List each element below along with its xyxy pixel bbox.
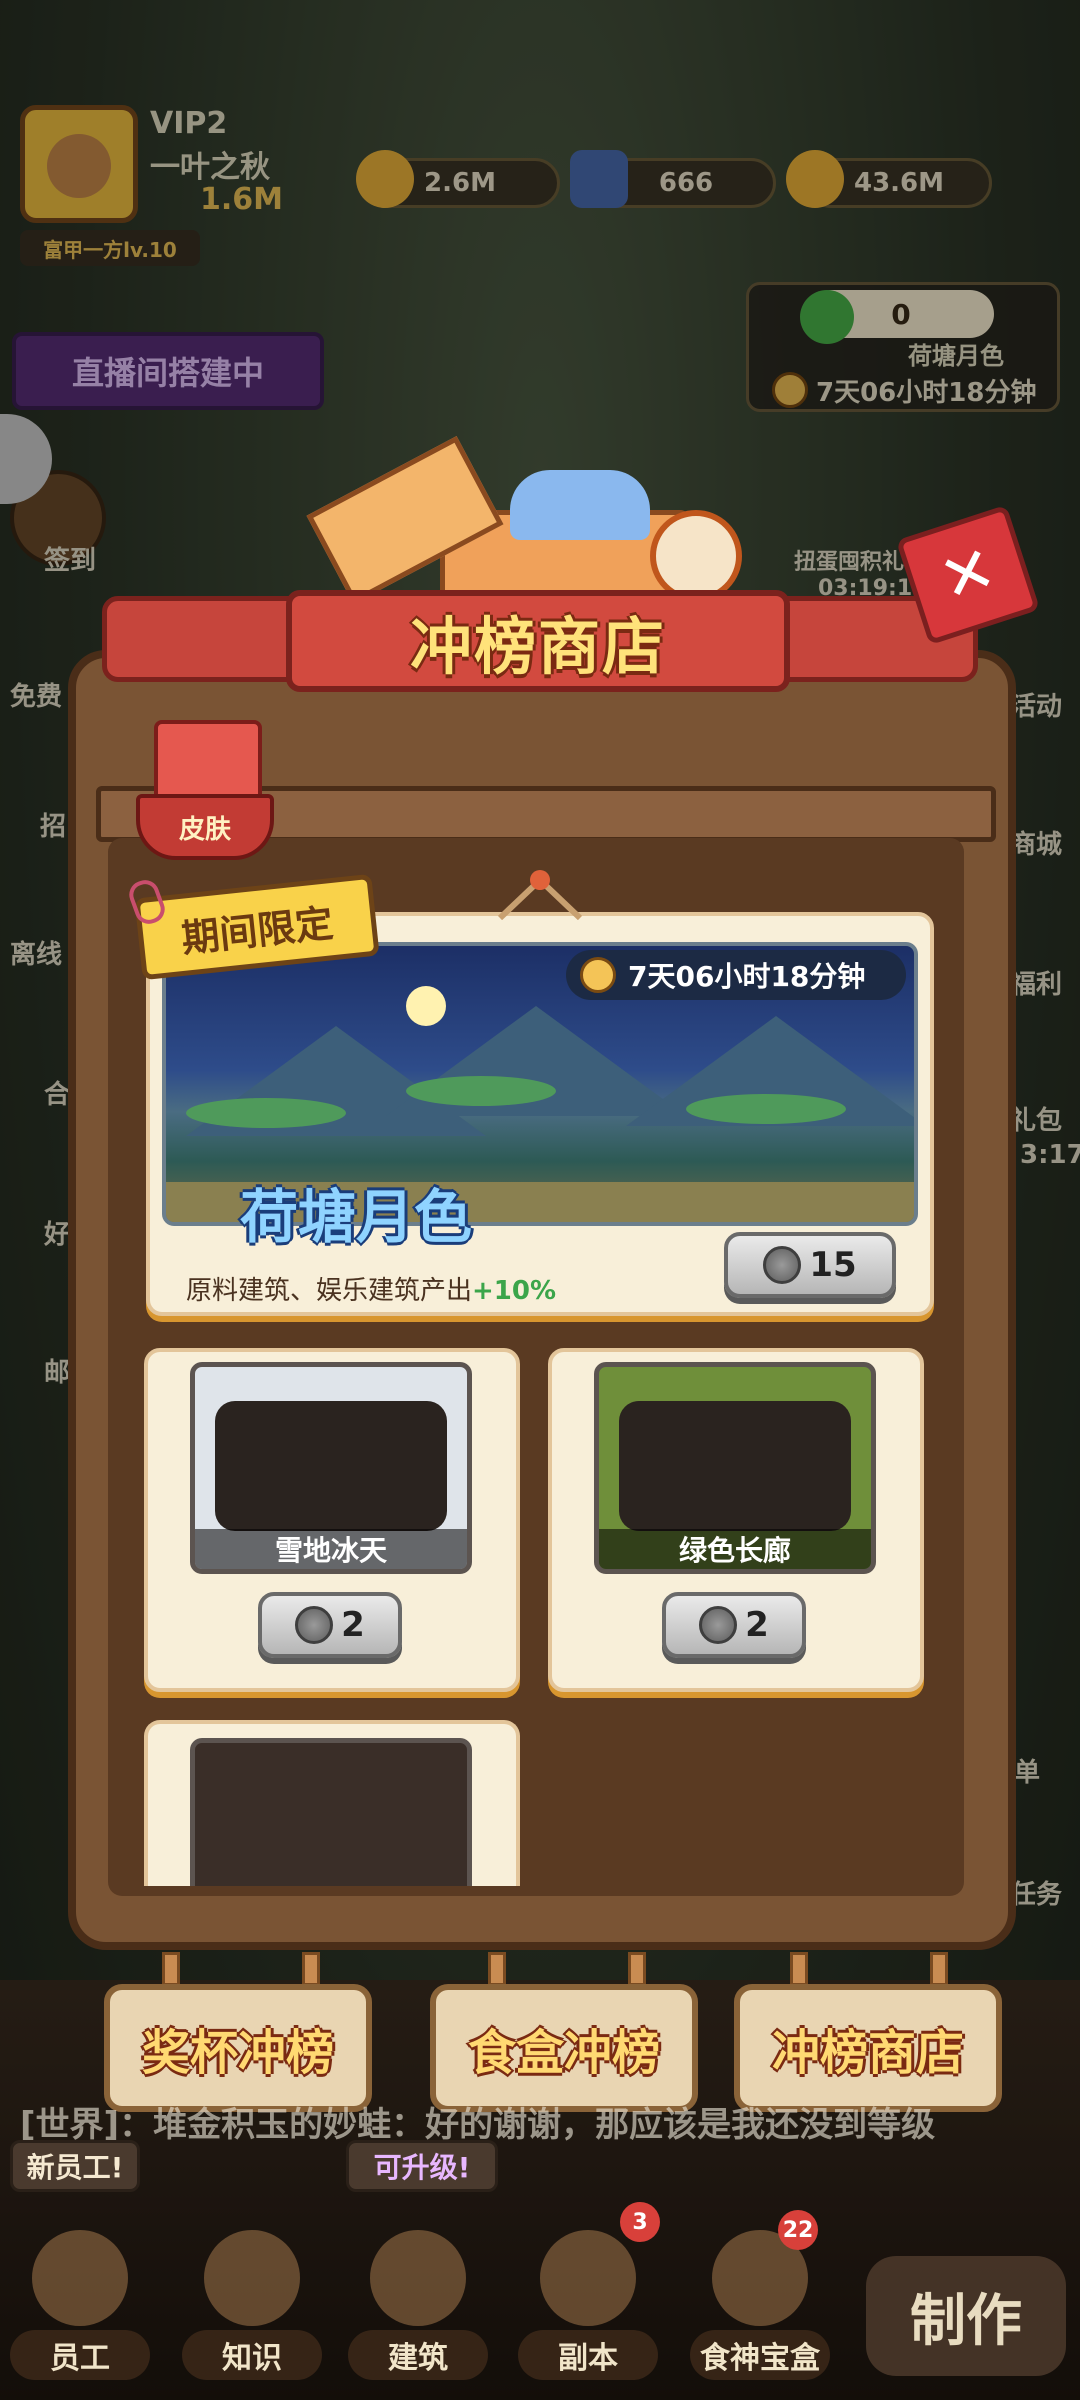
nav-staff-label: 员工	[10, 2330, 150, 2380]
price-snow: 2	[341, 1605, 365, 1645]
price-green: 2	[745, 1605, 769, 1645]
skin-name-snow: 雪地冰天	[195, 1529, 467, 1569]
medal-coin-icon	[763, 1246, 802, 1284]
nav-dungeon-badge: 3	[620, 2202, 660, 2242]
buy-button-green[interactable]: 2	[662, 1592, 806, 1658]
hammer-icon	[370, 2230, 466, 2326]
featured-description: 原料建筑、娱乐建筑产出+10%	[186, 1270, 556, 1307]
lily-pad	[686, 1094, 846, 1124]
featured-timer-text: 7天06小时18分钟	[628, 960, 866, 993]
new-staff-bubble: 新员工!	[10, 2140, 140, 2192]
rope	[162, 1952, 180, 1986]
hanger-icon	[490, 870, 590, 921]
featured-desc-text: 原料建筑、娱乐建筑产出	[186, 1276, 473, 1306]
arcade-icon	[540, 2230, 636, 2326]
featured-timer: 7天06小时18分钟	[566, 950, 906, 1000]
skin-name-green: 绿色长廊	[599, 1529, 871, 1569]
skin-basket-icon	[154, 720, 262, 802]
rope	[488, 1952, 506, 1986]
nav-building[interactable]: 建筑	[348, 2210, 488, 2380]
nav-building-label: 建筑	[348, 2330, 488, 2380]
featured-price: 15	[809, 1245, 857, 1285]
nav-staff[interactable]: 员工	[10, 2210, 150, 2380]
medal-coin-icon	[699, 1606, 738, 1644]
nav-knowledge[interactable]: 知识	[182, 2210, 322, 2380]
nav-chef-box-badge: 22	[778, 2210, 818, 2250]
skin-thumb-green: 绿色长廊	[594, 1362, 876, 1574]
nav-dungeon-label: 副本	[518, 2330, 658, 2380]
title-banner: 冲榜商店	[286, 590, 790, 692]
rope	[302, 1952, 320, 1986]
world-chat[interactable]: [世界]：堆金积玉的妙蛙：好的谢谢，那应该是我还没到等级	[0, 2080, 1080, 2170]
staff-icon	[32, 2230, 128, 2326]
skin-thumb-snow: 雪地冰天	[190, 1362, 472, 1574]
rope	[930, 1952, 948, 1986]
tab-skin[interactable]: 皮肤	[136, 678, 276, 868]
featured-buy-button[interactable]: 15	[724, 1232, 896, 1298]
medal-coin-icon	[295, 1606, 334, 1644]
upgradable-bubble: 可升级!	[346, 2140, 498, 2192]
featured-skin-name: 荷塘月色	[240, 1183, 473, 1251]
lily-pad	[406, 1076, 556, 1106]
tab-skin-label: 皮肤	[136, 794, 274, 860]
buy-button-snow[interactable]: 2	[258, 1592, 402, 1658]
scroll-icon	[204, 2230, 300, 2326]
make-button[interactable]: 制作	[866, 2256, 1066, 2376]
skin-card-pink[interactable]	[144, 1720, 520, 1886]
nav-knowledge-label: 知识	[182, 2330, 322, 2380]
lily-pad	[186, 1098, 346, 1128]
nav-chef-box-label: 食神宝盒	[690, 2330, 830, 2380]
featured-bonus: +10%	[472, 1276, 557, 1306]
clock-icon	[580, 957, 616, 993]
rope	[790, 1952, 808, 1986]
rope	[628, 1952, 646, 1986]
shop-title: 冲榜商店	[409, 610, 666, 683]
skin-thumb-pink	[190, 1738, 472, 1886]
